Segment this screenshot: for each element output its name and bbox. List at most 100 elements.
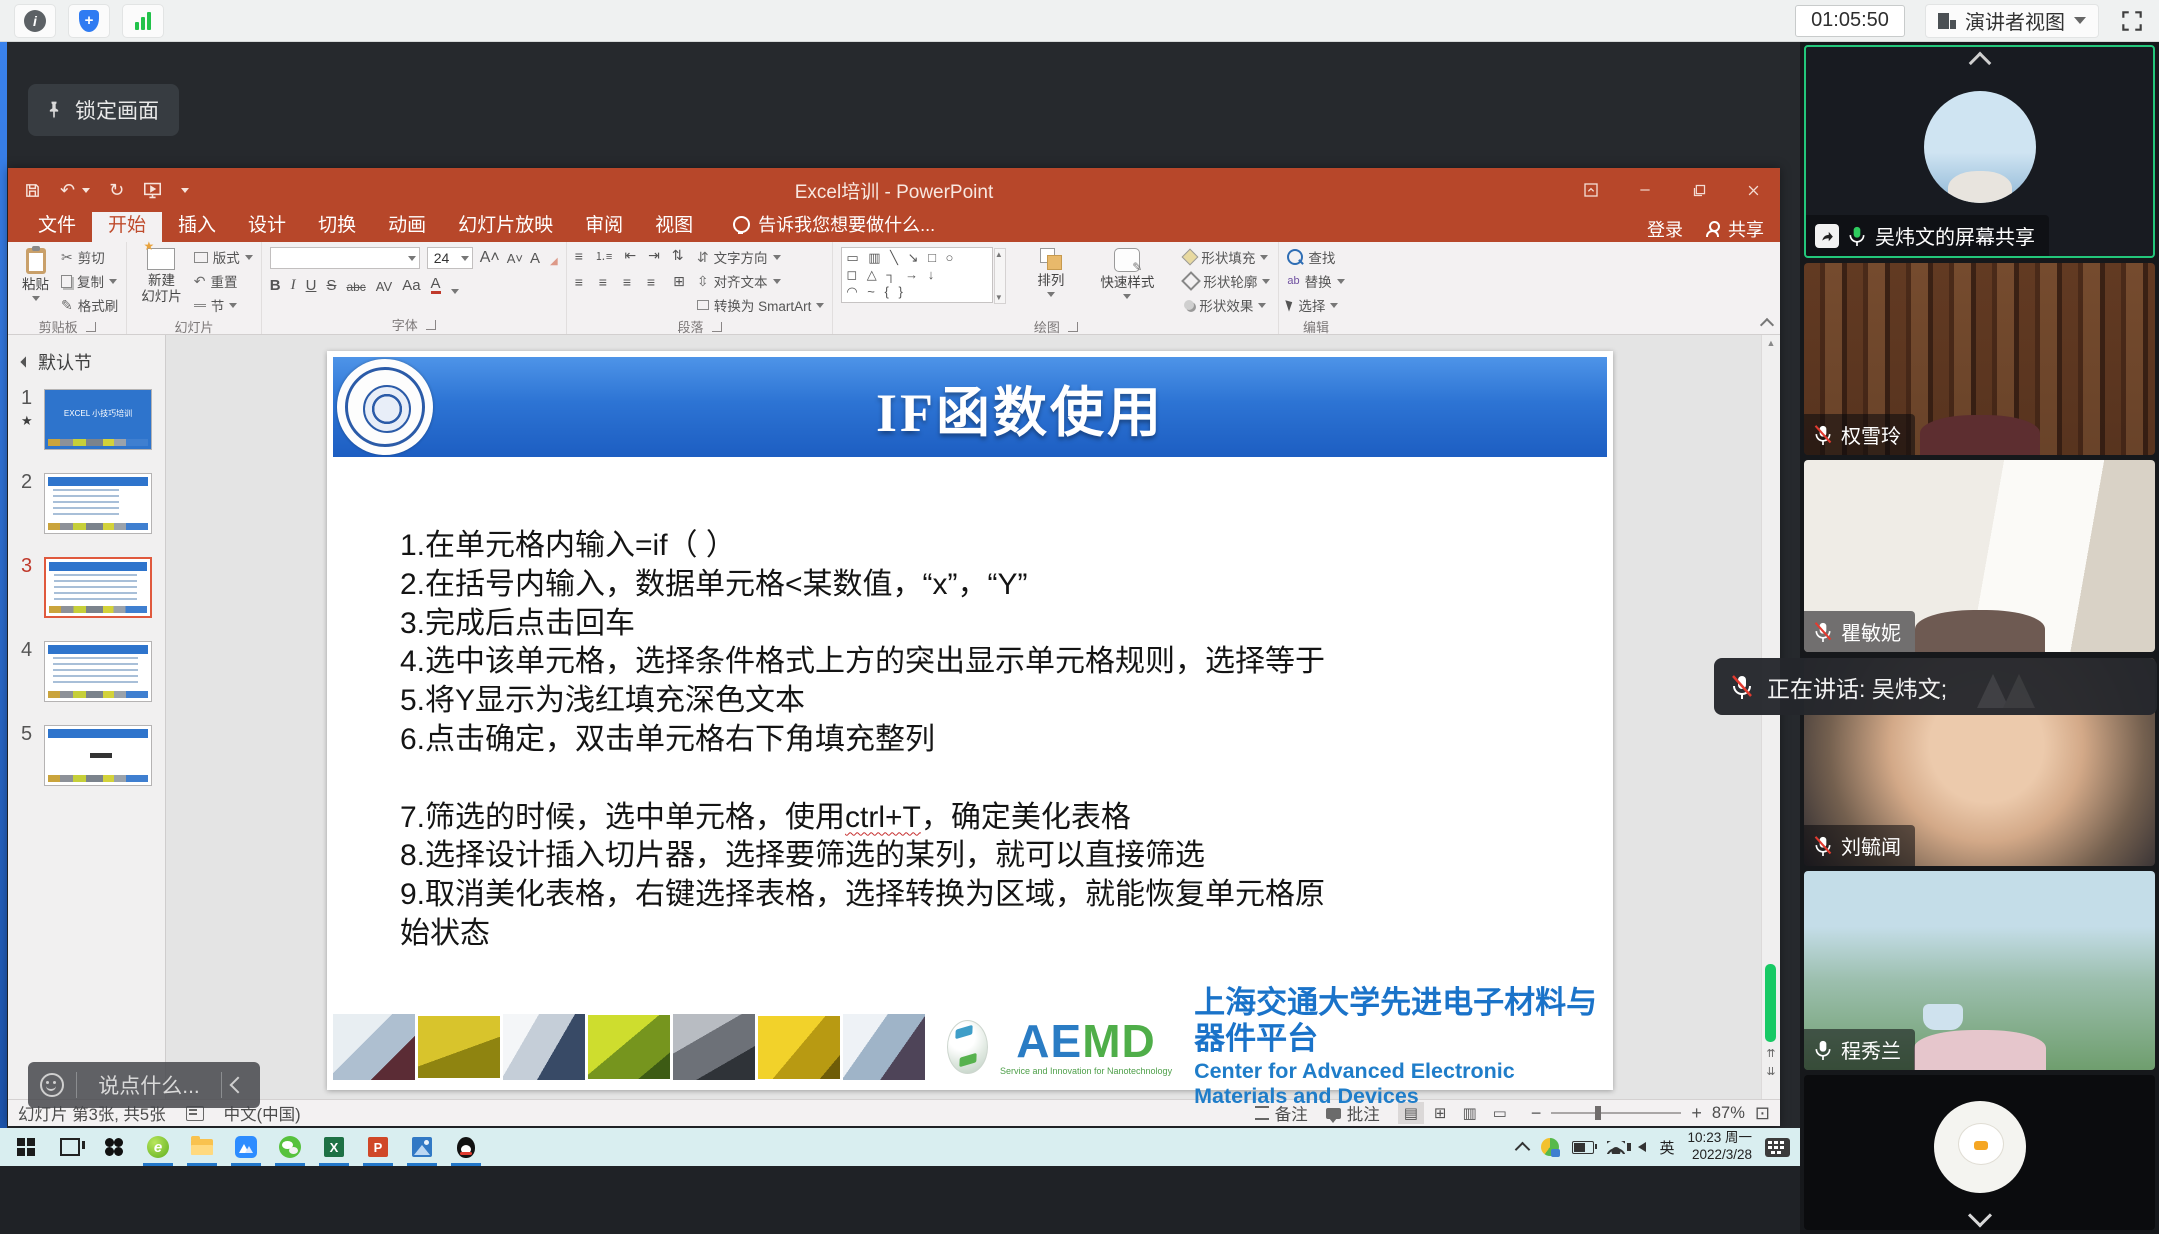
copy-button[interactable]: 复制 [61,271,118,291]
grow-font-button[interactable]: A˄ [480,249,500,267]
editor-scrollbar[interactable]: ▲ ⇈ ⇊ [1761,335,1780,1099]
save-icon[interactable] [24,182,41,199]
slide-thumb-4[interactable]: 4 [8,641,165,703]
taskbar-app-meeting[interactable] [224,1128,268,1166]
taskbar-app-photos[interactable] [400,1128,444,1166]
view-mode-selector[interactable]: 演讲者视图 [1925,4,2099,38]
meeting-info-button[interactable]: i [14,4,56,38]
bullets-button[interactable]: ≡ [575,248,583,264]
section-button[interactable]: 节 [194,295,253,315]
shapes-scroll[interactable]: ▲ ▼ [994,248,1006,304]
scroll-up-icon[interactable]: ▲ [1762,338,1780,348]
reset-button[interactable]: ↶重置 [194,271,253,291]
columns-button[interactable]: ⊞ [673,273,685,290]
lock-view-button[interactable]: 锁定画面 [28,84,179,136]
tray-app-icon[interactable] [1541,1138,1559,1156]
taskbar-app-excel[interactable]: X [312,1128,356,1166]
strikethrough-button[interactable]: S [326,277,336,294]
find-button[interactable]: 查找 [1287,247,1344,267]
paste-button[interactable]: 粘贴 [16,247,55,302]
align-text-button[interactable]: ⇳对齐文本 [697,271,825,291]
qat-customize-icon[interactable] [181,188,189,193]
zoom-slider[interactable] [1551,1112,1681,1114]
scrollbar-thumb[interactable] [1765,964,1776,1042]
redo-icon[interactable]: ↻ [109,180,124,201]
participant-tile[interactable]: 程秀兰 [1804,871,2155,1070]
change-case-button[interactable]: Aa [402,277,420,294]
fullscreen-button[interactable] [2119,8,2145,34]
undo-icon[interactable]: ↶ [60,180,75,201]
convert-smartart-button[interactable]: 转换为 SmartArt [697,295,825,315]
emoji-icon[interactable] [40,1073,64,1097]
previous-slide-button[interactable]: ⇈ [1766,1049,1775,1060]
slide-thumb-1[interactable]: 1 ★ EXCEL 小技巧培训 [8,389,165,451]
participant-tile[interactable]: 瞿敏妮 [1804,460,2155,652]
line-spacing-button[interactable]: ⇅ [672,247,684,264]
quick-styles-button[interactable]: 快速样式 [1094,247,1160,300]
taskbar-app-wechat[interactable] [268,1128,312,1166]
ime-language-indicator[interactable]: 英 [1659,1137,1674,1158]
next-slide-button[interactable]: ⇊ [1766,1067,1775,1078]
font-name-input[interactable] [270,247,420,269]
taskbar-app-powerpoint[interactable]: P [356,1128,400,1166]
tray-expand-icon[interactable] [1515,1141,1531,1157]
close-button[interactable] [1726,168,1780,212]
taskbar-app-utility[interactable] [92,1128,136,1166]
speaker-icon[interactable] [1638,1142,1646,1152]
dialog-launcher-icon[interactable] [426,320,436,330]
slide-thumb-2[interactable]: 2 [8,473,165,535]
char-spacing-button[interactable]: AV [376,279,392,294]
sign-in-button[interactable]: 登录 [1647,216,1683,242]
text-direction-button[interactable]: ⇵文字方向 [697,247,825,267]
share-button[interactable]: 共享 [1705,216,1764,242]
wifi-icon[interactable] [1607,1141,1625,1154]
dialog-launcher-icon[interactable] [86,322,96,332]
arrange-button[interactable]: 排列 [1031,247,1070,298]
taskbar-app-explorer[interactable] [180,1128,224,1166]
restore-button[interactable] [1672,168,1726,212]
chat-placeholder[interactable]: 说点什么... [77,1070,221,1100]
format-painter-button[interactable]: ✎格式刷 [61,295,118,315]
task-view-button[interactable] [48,1128,92,1166]
shape-effects-button[interactable]: 形状效果 [1184,295,1270,315]
dialog-launcher-icon[interactable] [1068,322,1078,332]
zoom-slider-thumb[interactable] [1595,1106,1601,1120]
bold-button[interactable]: B [270,277,281,294]
chat-quick-input[interactable]: 说点什么... [28,1062,260,1108]
start-slideshow-icon[interactable] [143,182,162,199]
collapse-ribbon-button[interactable] [1760,318,1774,328]
increase-indent-button[interactable]: ⇥ [648,247,660,264]
taskbar-app-browser[interactable]: e [136,1128,180,1166]
fit-to-window-button[interactable]: ⊡ [1755,1103,1770,1124]
underline-button[interactable]: U [306,277,317,294]
new-slide-button[interactable]: 新建幻灯片 [135,247,188,305]
collapse-panel-icon[interactable] [1968,52,1991,75]
slide-canvas[interactable]: IF函数使用 1.在单元格内输入=if（ ） 2.在括号内输入，数据单元格<某数… [327,351,1613,1090]
align-buttons[interactable]: ≡ ≡ ≡ ≡ [575,274,661,290]
decrease-indent-button[interactable]: ⇤ [624,247,636,264]
participant-tile[interactable]: 权雪玲 [1804,263,2155,455]
font-color-button[interactable]: A [431,276,441,294]
layout-button[interactable]: 版式 [194,247,253,267]
italic-button[interactable]: I [291,277,296,294]
abc-strike-icon[interactable]: abc [346,280,365,294]
zoom-level[interactable]: 87% [1712,1104,1745,1123]
touch-keyboard-icon[interactable] [1765,1138,1790,1157]
undo-dropdown-icon[interactable] [82,188,90,193]
select-button[interactable]: 选择 [1287,295,1344,315]
battery-icon[interactable] [1572,1141,1594,1154]
numbering-button[interactable]: ⒈≡ [595,248,612,264]
taskbar-app-qq[interactable] [444,1128,488,1166]
clock[interactable]: 10:23 周一 2022/3/28 [1687,1130,1752,1164]
zoom-in-button[interactable]: + [1691,1103,1702,1124]
cut-button[interactable]: ✂剪切 [61,247,118,267]
font-size-input[interactable]: 24 [427,247,473,269]
network-quality-button[interactable] [122,4,164,38]
start-button[interactable] [4,1128,48,1166]
replace-button[interactable]: ab替换 [1287,271,1344,291]
meeting-security-button[interactable]: + [68,4,110,38]
dialog-launcher-icon[interactable] [712,322,722,332]
shrink-font-button[interactable]: A˅ [507,251,523,266]
section-header[interactable]: 默认节 [22,349,165,375]
ribbon-display-options-button[interactable] [1564,168,1618,212]
